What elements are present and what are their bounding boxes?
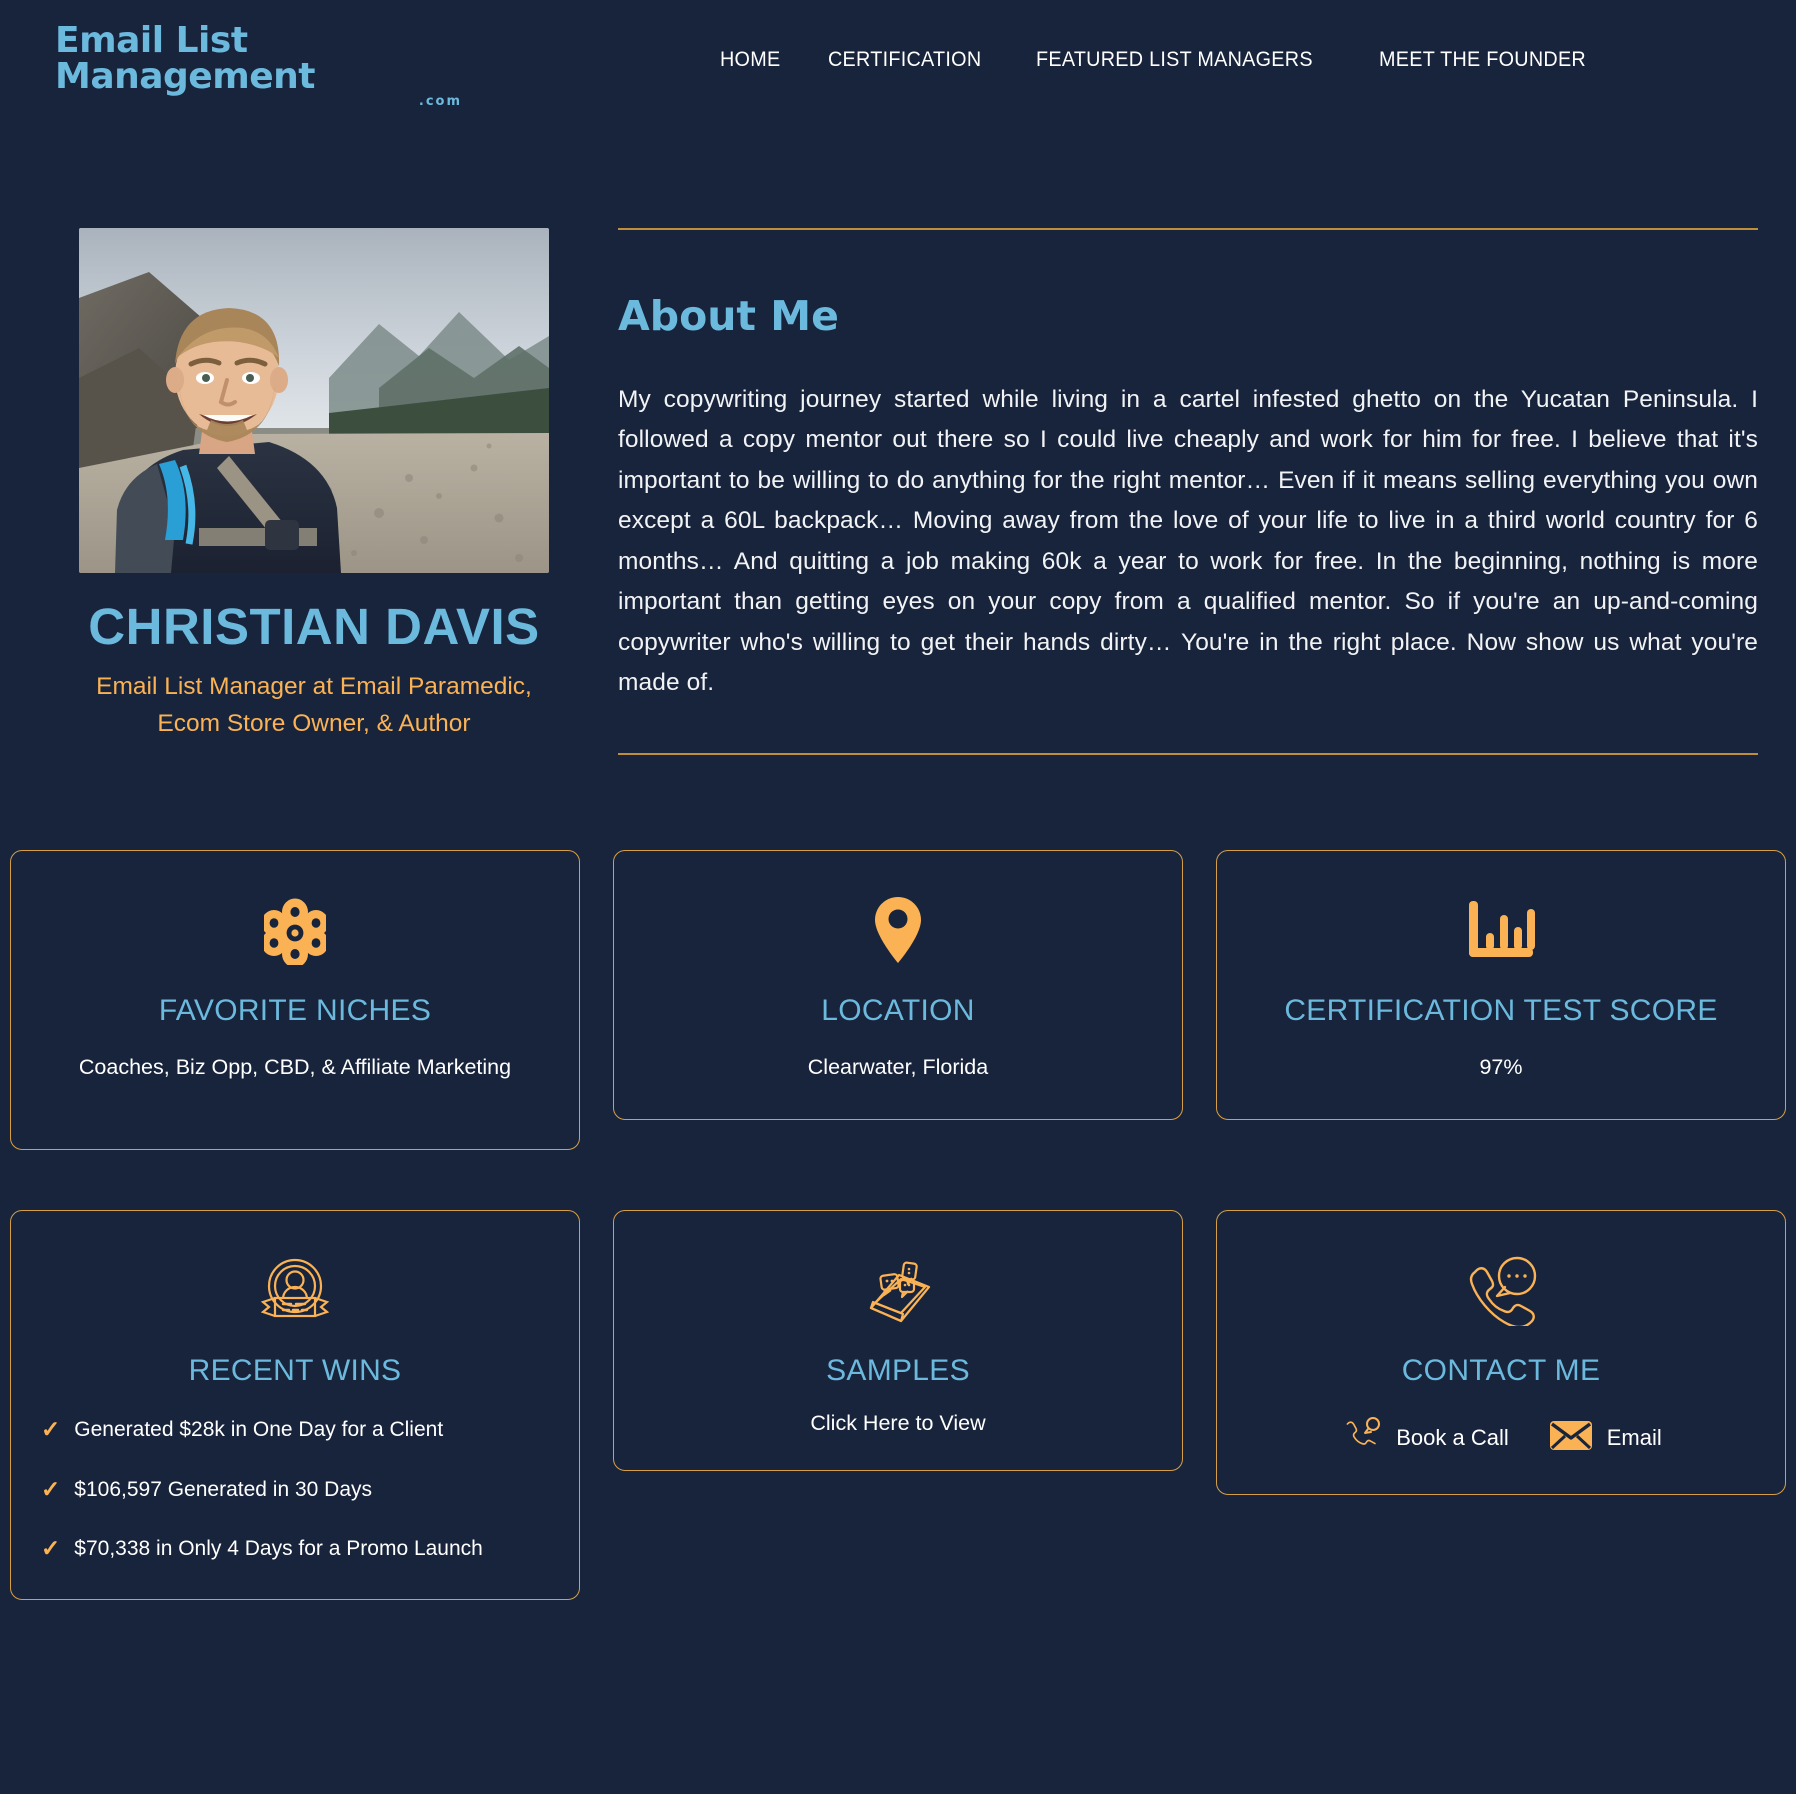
card-title-recent-wins: RECENT WINS: [188, 1354, 402, 1388]
site-logo[interactable]: Email List Management .com: [30, 20, 500, 110]
nav-item-featured-list-managers[interactable]: FEATURED LIST MANAGERS: [1036, 47, 1313, 72]
card-samples[interactable]: SAMPLES Click Here to View: [613, 1210, 1183, 1472]
check-icon: ✓: [41, 1416, 61, 1443]
card-title-certification-test-score: CERTIFICATION TEST SCORE: [1284, 994, 1718, 1028]
card-value-favorite-niches: Coaches, Biz Opp, CBD, & Affiliate Marke…: [78, 1055, 512, 1080]
phone-chat-icon: [857, 1253, 939, 1327]
card-contact-me: CONTACT ME Book a Call Email: [1216, 1210, 1786, 1496]
card-certification-test-score: CERTIFICATION TEST SCORE 97%: [1216, 850, 1786, 1120]
info-card-grid: FAVORITE NICHES Coaches, Biz Opp, CBD, &…: [0, 755, 1796, 1600]
check-icon: ✓: [41, 1475, 61, 1502]
card-value-location: Clearwater, Florida: [807, 1055, 989, 1080]
list-item: ✓ $70,338 in Only 4 Days for a Promo Lau…: [41, 1536, 553, 1561]
win-text: $70,338 in Only 4 Days for a Promo Launc…: [74, 1536, 483, 1560]
logo-domain-suffix: .com: [418, 94, 462, 109]
about-body-text: My copywriting journey started while liv…: [618, 386, 1758, 696]
recent-wins-list: ✓ Generated $28k in One Day for a Client…: [37, 1417, 553, 1565]
card-favorite-niches: FAVORITE NICHES Coaches, Biz Opp, CBD, &…: [10, 850, 580, 1151]
site-header: Email List Management .com HOME CERTIFIC…: [0, 0, 1796, 118]
card-value-certification-test-score: 97%: [1479, 1055, 1523, 1080]
profile-photo: [79, 228, 549, 573]
main-navigation: HOME CERTIFICATION FEATURED LIST MANAGER…: [720, 47, 1604, 72]
award-badge-icon: [253, 1253, 337, 1327]
profile-title: Email List Manager at Email Paramedic, E…: [96, 673, 532, 737]
profile-name: CHRISTIAN DAVIS: [88, 598, 540, 655]
card-title-contact-me: CONTACT ME: [1401, 1354, 1601, 1388]
card-title-location: LOCATION: [821, 994, 975, 1028]
about-column: About Me My copywriting journey started …: [580, 228, 1796, 756]
map-pin-icon: [872, 893, 924, 967]
about-heading: About Me: [618, 292, 839, 340]
book-a-call-action[interactable]: Book a Call: [1340, 1415, 1509, 1460]
card-location: LOCATION Clearwater, Florida: [613, 850, 1183, 1120]
contact-actions: Book a Call Email: [1243, 1415, 1759, 1460]
email-action[interactable]: Email: [1549, 1418, 1662, 1457]
profile-page: Email List Management .com HOME CERTIFIC…: [0, 0, 1796, 1794]
atom-icon: [264, 893, 326, 967]
list-item: ✓ Generated $28k in One Day for a Client: [41, 1417, 553, 1442]
email-label: Email: [1606, 1424, 1662, 1450]
phone-handset-icon: [1340, 1415, 1382, 1460]
logo-text: Email List Management: [55, 20, 316, 97]
card-recent-wins: RECENT WINS ✓ Generated $28k in One Day …: [10, 1210, 580, 1600]
profile-column: CHRISTIAN DAVIS Email List Manager at Em…: [0, 228, 580, 755]
nav-item-home[interactable]: HOME: [720, 47, 780, 72]
profile-about-section: CHRISTIAN DAVIS Email List Manager at Em…: [0, 118, 1796, 756]
book-a-call-label: Book a Call: [1396, 1424, 1509, 1450]
list-item: ✓ $106,597 Generated in 30 Days: [41, 1477, 553, 1502]
check-icon: ✓: [41, 1534, 61, 1561]
win-text: Generated $28k in One Day for a Client: [74, 1418, 444, 1442]
phone-call-icon: [1461, 1253, 1541, 1327]
card-title-favorite-niches: FAVORITE NICHES: [158, 994, 432, 1028]
bar-chart-icon: [1466, 893, 1536, 967]
nav-item-certification[interactable]: CERTIFICATION: [828, 47, 981, 72]
win-text: $106,597 Generated in 30 Days: [74, 1477, 372, 1501]
nav-item-meet-the-founder[interactable]: MEET THE FOUNDER: [1379, 47, 1586, 72]
card-title-samples: SAMPLES: [826, 1354, 970, 1388]
envelope-icon: [1549, 1418, 1593, 1457]
samples-view-link[interactable]: Click Here to View: [810, 1411, 985, 1436]
